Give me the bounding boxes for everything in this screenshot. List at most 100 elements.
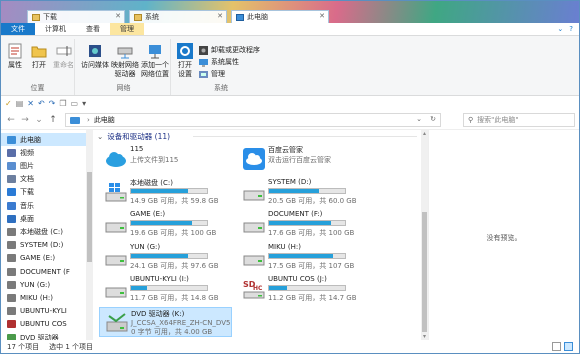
nav-item[interactable]: MIKU (H:) [1,291,86,304]
nav-item[interactable]: 此电脑 [1,133,86,146]
scroll-up-icon[interactable]: ▴ [421,130,428,137]
chevron-down-icon[interactable]: ⌄ [97,132,103,141]
nav-item[interactable]: UBUNTU-KYLI [1,305,86,318]
scroll-thumb[interactable] [87,172,92,262]
address-path: 此电脑 [93,116,115,124]
nav-item-label: 桌面 [20,214,34,223]
nav-scrollbar[interactable] [86,130,93,340]
scroll-thumb[interactable] [422,212,427,332]
address-row: ← → ⌄ ↑ › 此电脑 ⌄ ↻ ⚲ 搜索"此电脑" [1,110,579,130]
delete-icon[interactable]: ✕ [27,99,34,108]
drive-tile[interactable]: SD HC UBUNTU COS (J:) 11.2 GB 可用，共 14.7 GB [237,274,370,304]
document-icon[interactable]: ▤ [16,99,24,108]
tab-computer[interactable]: 计算机 [35,23,76,35]
up-icon[interactable]: ↑ [47,114,59,126]
usage-fill [131,221,192,225]
group-title: 设备和驱动器 (11) [107,131,171,141]
access-media-button[interactable]: 访问媒体 [81,43,109,70]
title-bar: 下载 ✕ 系统 ✕ 此电脑 ✕ [1,1,579,23]
drive-tile[interactable]: SYSTEM (D:) 20.5 GB 可用，共 60.0 GB [237,177,370,207]
drive-tile[interactable]: MIKU (H:) 17.5 GB 可用，共 107 GB [237,242,370,272]
properties-button[interactable]: 属性 [7,43,23,70]
collapse-ribbon-icon[interactable]: ⌄ [557,25,563,33]
close-icon[interactable]: ✕ [217,12,223,20]
nav-item[interactable]: YUN (G:) [1,278,86,291]
rename-button[interactable]: 重命名 [53,43,74,70]
open-button[interactable]: 打开 [31,43,47,70]
nav-item-icon [7,175,16,184]
system-properties-icon [199,58,208,66]
nav-item[interactable]: DOCUMENT (F [1,265,86,278]
nav-item[interactable]: 下载 [1,186,86,199]
nav-item[interactable]: SYSTEM (D:) [1,239,86,252]
tab-view[interactable]: 查看 [76,23,110,35]
ribbon: 属性 打开 重命名 位置 访问媒体 映射网络 驱动器 添加一个 网络位置 网络 … [1,36,579,96]
nav-item-label: SYSTEM (D:) [20,241,64,250]
open-folder-icon [31,46,47,58]
drive-subtitle: 上传文件到115 [130,156,179,164]
search-icon: ⚲ [468,116,474,124]
open-settings-button[interactable]: 打开 设置 [177,43,193,79]
nav-item[interactable]: 图片 [1,159,86,172]
nav-item[interactable]: GAME (E:) [1,252,86,265]
nav-item[interactable]: 视频 [1,146,86,159]
system-properties-button[interactable]: 系统属性 [199,57,239,67]
usage-fill [269,253,333,258]
map-drive-button[interactable]: 映射网络 驱动器 [111,43,139,79]
drive-tile[interactable]: 百度云管家 双击运行百度云管家 [237,144,370,174]
tab-file[interactable]: 文件 [1,23,35,35]
nav-item-icon [7,254,16,263]
recent-dropdown-icon[interactable]: ⌄ [33,114,45,126]
tab-this-pc[interactable]: 此电脑 ✕ [231,10,329,23]
cloud-icon [105,148,127,170]
tab-system[interactable]: 系统 ✕ [129,10,227,23]
uninstall-button[interactable]: 卸载或更改程序 [199,45,260,55]
add-location-button[interactable]: 添加一个 网络位置 [141,43,169,79]
cut-icon[interactable]: ▭ [71,99,79,108]
drive-tile[interactable]: 本地磁盘 (C:) 14.9 GB 可用，共 59.8 GB [99,177,232,207]
drive-tile[interactable]: GAME (E:) 19.6 GB 可用，共 100 GB [99,209,232,239]
nav-item[interactable]: UBUNTU COS [1,318,86,331]
close-icon[interactable]: ✕ [115,12,121,20]
group-header[interactable]: ⌄ 设备和驱动器 (11) [97,130,170,142]
forward-icon[interactable]: → [19,114,31,126]
chevron-right-icon[interactable]: › [87,116,90,124]
tab-manage[interactable]: 管理 [110,23,144,35]
close-icon[interactable]: ✕ [319,12,325,20]
drive-tile[interactable]: 115 上传文件到115 [99,144,232,174]
drive-capacity: 24.1 GB 可用，共 97.6 GB [130,261,219,270]
chevron-down-icon[interactable]: ⌄ [416,115,422,123]
drive-tile[interactable]: UBUNTU-KYLI (I:) 11.7 GB 可用，共 14.8 GB [99,274,232,304]
nav-item[interactable]: 音乐 [1,199,86,212]
redo-icon[interactable]: ↷ [49,99,56,108]
help-icon[interactable]: ? [569,25,573,33]
nav-item[interactable]: 本地磁盘 (C:) [1,225,86,238]
usage-bar [130,285,208,291]
tab-downloads[interactable]: 下载 ✕ [27,10,125,23]
content-scrollbar[interactable]: ▴ ▾ [421,130,428,340]
nav-item-label: 文档 [20,175,34,184]
drive-tile[interactable]: DOCUMENT (F:) 17.6 GB 可用，共 100 GB [237,209,370,239]
search-input[interactable]: ⚲ 搜索"此电脑" [463,113,575,127]
manage-button[interactable]: 管理 [199,69,225,79]
nav-item[interactable]: 文档 [1,173,86,186]
drive-subtitle: J_CCSA_X64FRE_ZH-CN_DV5 [131,318,231,327]
drive-capacity: 11.7 GB 可用，共 14.8 GB [130,294,219,302]
drive-tile[interactable]: DVD 驱动器 (K:) J_CCSA_X64FRE_ZH-CN_DV5 0 字节 … [99,306,232,337]
details-view-icon[interactable] [552,342,561,351]
check-icon[interactable]: ✓ [5,99,12,108]
scroll-down-icon[interactable]: ▾ [421,333,428,340]
nav-item[interactable]: DVD 驱动器 [1,331,86,340]
refresh-icon[interactable]: ↻ [430,115,436,123]
ribbon-group-system: 打开 设置 卸载或更改程序 系统属性 管理 系统 [173,39,269,95]
back-icon[interactable]: ← [5,114,17,126]
tiles-view-icon[interactable] [564,342,573,351]
drive-tile[interactable]: YUN (G:) 24.1 GB 可用，共 97.6 GB [99,242,232,272]
copy-icon[interactable]: ❐ [59,99,66,108]
customize-qat-icon[interactable]: ▾ [82,99,86,108]
undo-icon[interactable]: ↶ [38,99,45,108]
usage-bar [268,220,346,226]
ribbon-controls: ⌄ ? [557,23,579,35]
address-bar[interactable]: › 此电脑 ⌄ ↻ [65,113,441,127]
nav-item[interactable]: 桌面 [1,212,86,225]
